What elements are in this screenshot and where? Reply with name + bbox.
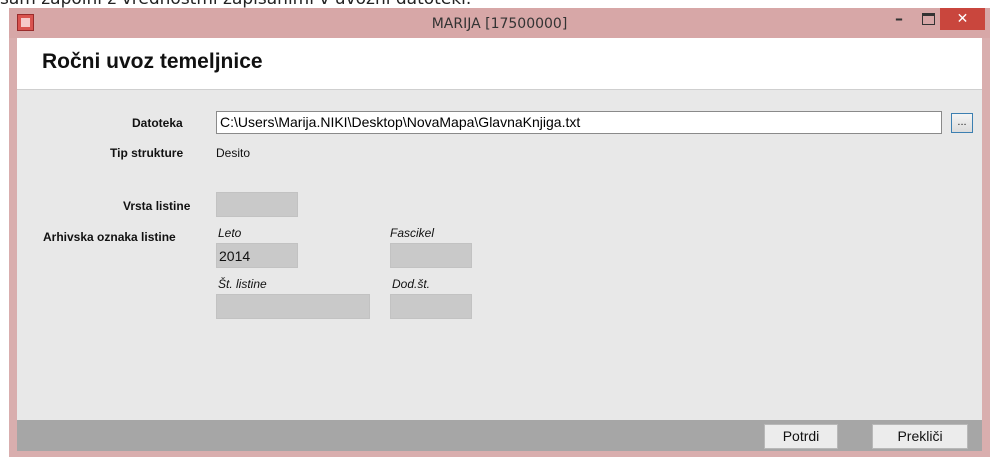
window-title: MARIJA [17500000] [431,16,568,32]
minimize-button[interactable]: – [886,8,912,30]
dod-st-field[interactable] [390,294,472,319]
arhivska-oznaka-label: Arhivska oznaka listine [43,230,176,244]
button-bar: Potrdi Prekliči [17,420,982,451]
title-bar[interactable]: MARIJA [17500000] – ✕ [9,8,990,38]
fascikel-field[interactable] [390,243,472,268]
close-button[interactable]: ✕ [940,8,985,30]
cancel-button[interactable]: Prekliči [872,424,968,449]
file-path-input[interactable]: C:\Users\Marija.NIKI\Desktop\NovaMapa\Gl… [216,111,942,134]
maximize-button[interactable] [914,8,940,30]
vrsta-listine-label: Vrsta listine [123,199,191,213]
leto-label: Leto [218,226,242,240]
datoteka-label: Datoteka [132,116,183,130]
dod-st-label: Dod.št. [392,277,431,291]
tip-strukture-label: Tip strukture [110,146,184,160]
dialog-window: MARIJA [17500000] – ✕ Ročni uvoz temeljn… [9,8,990,457]
dialog-body: Ročni uvoz temeljnice Datoteka C:\Users\… [17,38,982,451]
st-listine-field[interactable] [216,294,370,319]
fascikel-label: Fascikel [390,226,435,240]
st-listine-label: Št. listine [218,277,267,291]
maximize-icon [922,13,935,25]
page-title: Ročni uvoz temeljnice [42,50,263,73]
confirm-button[interactable]: Potrdi [764,424,838,449]
browse-button[interactable]: ... [951,113,973,133]
tip-strukture-value: Desito [216,146,251,160]
vrsta-listine-field[interactable] [216,192,298,217]
dialog-header: Ročni uvoz temeljnice [17,38,982,90]
leto-field[interactable]: 2014 [216,243,298,268]
